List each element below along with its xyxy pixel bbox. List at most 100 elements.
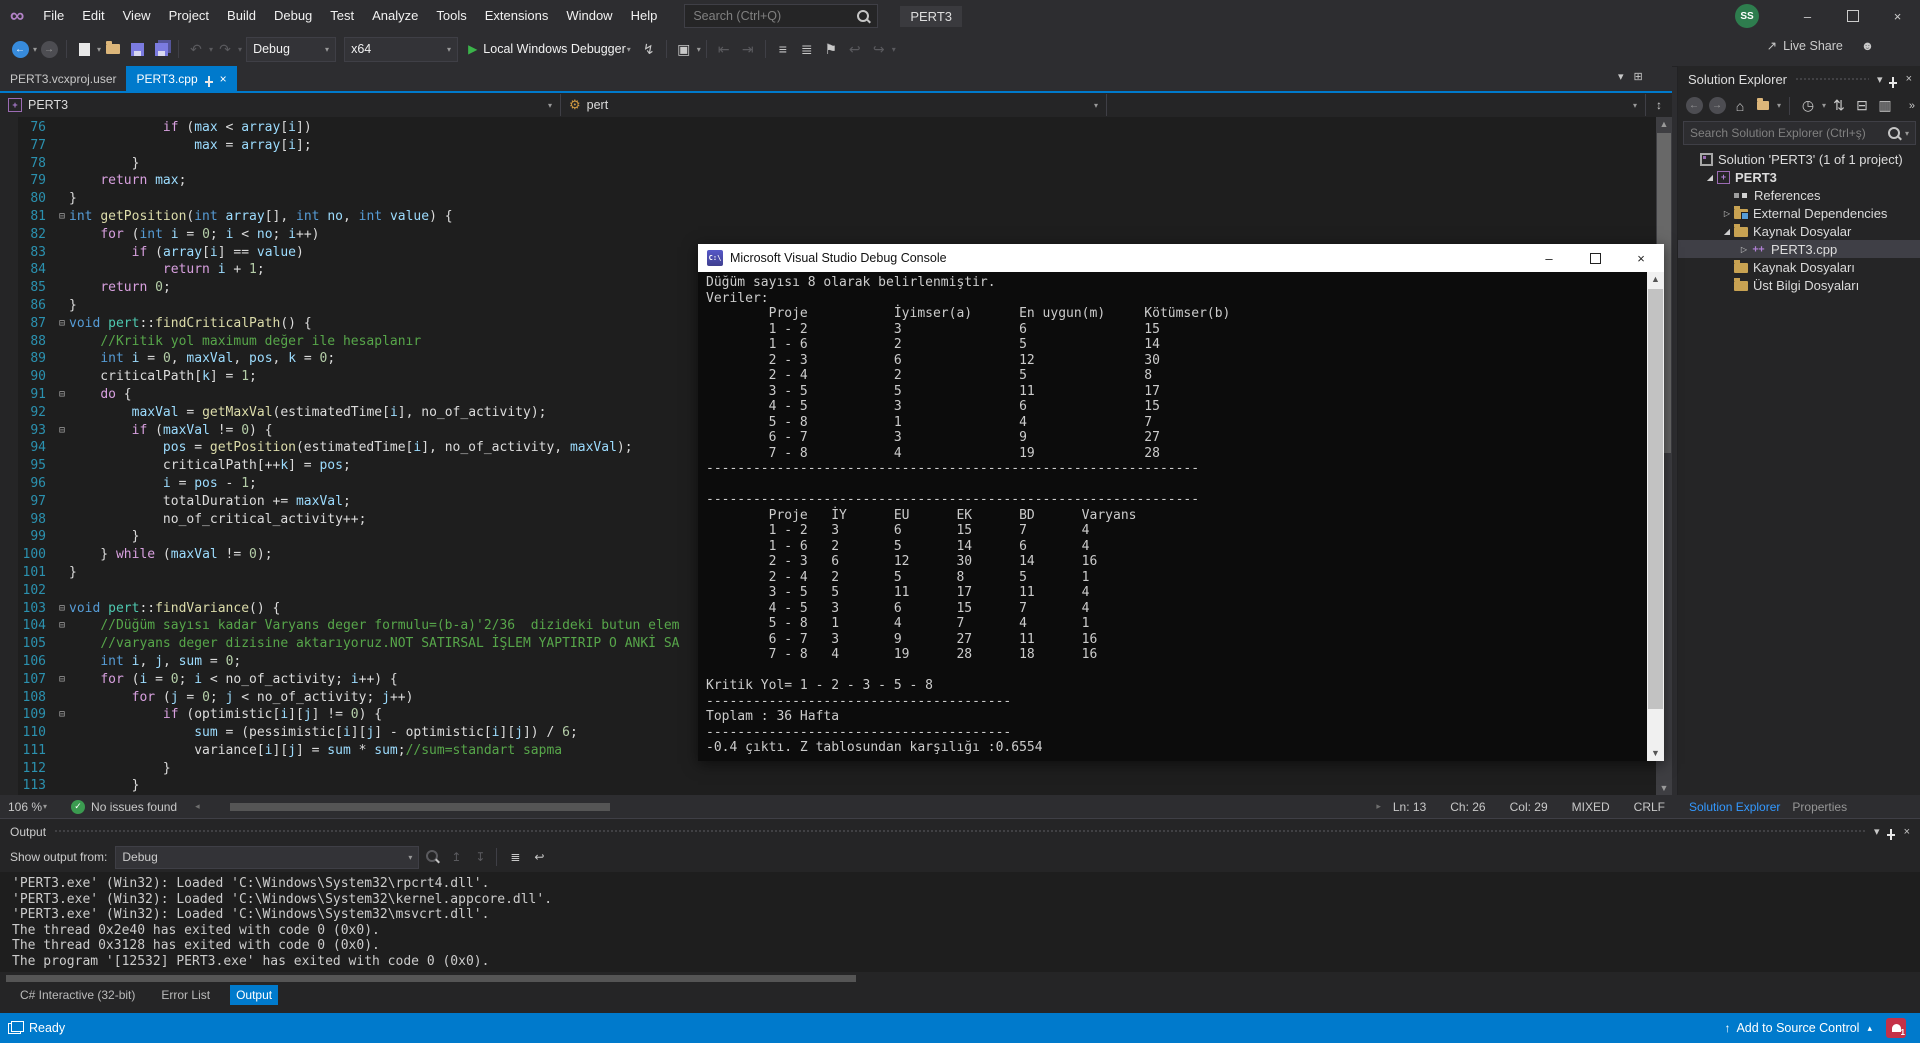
indent-decrease-button[interactable]: ⇤ <box>712 37 736 61</box>
tab-list-dropdown[interactable]: ▾ <box>1618 70 1624 83</box>
live-share-button[interactable]: ↗ Live Share ☻ <box>1761 38 1880 53</box>
fold-marker[interactable]: ⊟ <box>55 315 69 333</box>
line-number[interactable]: 99 <box>0 528 46 546</box>
solution-explorer-search-input[interactable]: Search Solution Explorer (Ctrl+ş) ▾ <box>1683 121 1916 145</box>
navigate-forward-button[interactable]: → <box>37 37 61 61</box>
code-text[interactable]: } <box>69 777 139 795</box>
se-home-button[interactable]: ⌂ <box>1730 94 1750 118</box>
overflow-dropdown[interactable]: ▾ <box>697 45 701 54</box>
line-number[interactable]: 82 <box>0 226 46 244</box>
line-number[interactable]: 84 <box>0 261 46 279</box>
fold-marker[interactable]: ⊟ <box>55 706 69 724</box>
menu-view[interactable]: View <box>114 0 160 32</box>
navigate-back-button[interactable]: ← <box>8 37 32 61</box>
source-control-dropdown[interactable]: ▴ <box>1867 1023 1872 1034</box>
tab-properties[interactable]: Properties <box>1792 800 1847 814</box>
hscroll-right-icon[interactable]: ▸ <box>1376 801 1381 812</box>
menu-tools[interactable]: Tools <box>427 0 475 32</box>
close-tab-icon[interactable]: × <box>220 72 227 86</box>
line-number[interactable]: 113 <box>0 777 46 795</box>
code-text[interactable]: i = pos - 1; <box>69 475 257 493</box>
output-text[interactable]: 'PERT3.exe' (Win32): Loaded 'C:\Windows\… <box>0 872 1920 969</box>
scroll-up-icon[interactable]: ▲ <box>1656 117 1672 131</box>
expand-arrow-icon[interactable]: ▷ <box>1720 209 1734 218</box>
line-number[interactable]: 98 <box>0 511 46 529</box>
show-all-files-button[interactable]: ▥ <box>1875 94 1895 118</box>
line-number[interactable]: 86 <box>0 297 46 315</box>
close-panel-icon[interactable]: × <box>1904 826 1910 838</box>
console-scrollbar[interactable]: ▲ ▼ <box>1647 272 1664 761</box>
line-number[interactable]: 92 <box>0 404 46 422</box>
solution-platforms-button[interactable]: ▣ <box>672 37 696 61</box>
add-to-source-control-button[interactable]: Add to Source Control <box>1736 1021 1859 1035</box>
code-text[interactable]: pos = getPosition(estimatedTime[i], no_o… <box>69 439 633 457</box>
code-text[interactable]: //varyans deger dizisine aktarıyoruz.NOT… <box>69 635 680 653</box>
line-number[interactable]: 97 <box>0 493 46 511</box>
toolbar-overflow[interactable]: ▾ <box>892 45 896 54</box>
avatar[interactable]: SS <box>1735 4 1759 28</box>
se-back-button[interactable]: ← <box>1684 94 1704 118</box>
pin-icon[interactable] <box>1892 77 1894 82</box>
clear-all-icon[interactable]: ≣ <box>504 850 526 864</box>
window-position-dropdown[interactable]: ▾ <box>1874 825 1880 838</box>
project-dropdown[interactable]: + PERT3 ▾ <box>0 94 561 116</box>
code-text[interactable]: } <box>69 190 77 208</box>
bookmark-button[interactable]: ⚑ <box>819 37 843 61</box>
fold-marker[interactable]: ⊟ <box>55 600 69 618</box>
scroll-up-icon[interactable]: ▲ <box>1647 272 1664 287</box>
redo-dropdown[interactable]: ▾ <box>238 45 242 54</box>
goto-next-message-icon[interactable]: ↧ <box>469 850 491 864</box>
console-output-text[interactable]: Düğüm sayısı 8 olarak belirlenmiştir. Ve… <box>698 272 1664 756</box>
line-number[interactable]: 90 <box>0 368 46 386</box>
tree-item-kaynak-dosyalar[interactable]: Kaynak Dosyaları <box>1678 258 1920 276</box>
code-text[interactable]: //Düğüm sayısı kadar Varyans deger formu… <box>69 617 680 635</box>
user-icon[interactable]: ☻ <box>1861 39 1874 53</box>
menu-window[interactable]: Window <box>557 0 621 32</box>
menu-extensions[interactable]: Extensions <box>476 0 558 32</box>
collapse-arrow-icon[interactable]: ◢ <box>1703 173 1717 182</box>
code-text[interactable]: for (int i = 0; i < no; i++) <box>69 226 320 244</box>
code-text[interactable]: for (j = 0; j < no_of_activity; j++) <box>69 689 413 707</box>
fold-marker[interactable]: ⊟ <box>55 422 69 440</box>
code-text[interactable]: void pert::findVariance() { <box>69 600 280 618</box>
switch-views-dropdown[interactable]: ▾ <box>1777 101 1781 110</box>
code-text[interactable]: } <box>69 760 171 778</box>
se-forward-button[interactable]: → <box>1707 94 1727 118</box>
search-options-dropdown[interactable]: ▾ <box>1905 129 1909 138</box>
indent-increase-button[interactable]: ⇥ <box>736 37 760 61</box>
find-message-icon[interactable] <box>421 850 443 865</box>
code-text[interactable]: if (maxVal != 0) { <box>69 422 273 440</box>
pending-changes-filter-button[interactable]: ◷ <box>1798 94 1818 118</box>
attach-to-process-button[interactable]: ↯ <box>637 37 661 61</box>
line-number[interactable]: 91 <box>0 386 46 404</box>
code-text[interactable]: return i + 1; <box>69 261 265 279</box>
float-window-icon[interactable]: ⊞ <box>1634 70 1643 83</box>
close-button[interactable]: × <box>1875 0 1920 32</box>
collapse-arrow-icon[interactable]: ◢ <box>1720 227 1734 236</box>
line-number[interactable]: 110 <box>0 724 46 742</box>
code-text[interactable]: } <box>69 564 77 582</box>
member-list-dropdown[interactable]: ▾ <box>1107 94 1646 116</box>
scroll-down-icon[interactable]: ▼ <box>1656 781 1672 795</box>
code-text[interactable]: if (optimistic[i][j] != 0) { <box>69 706 382 724</box>
close-panel-icon[interactable]: × <box>1906 73 1912 85</box>
line-number[interactable]: 77 <box>0 137 46 155</box>
sync-with-active-document-button[interactable]: ⇅ <box>1829 94 1849 118</box>
scrollbar-thumb[interactable] <box>1648 289 1663 709</box>
configuration-dropdown[interactable]: Debug▾ <box>246 37 336 62</box>
output-header[interactable]: Output ▾ × <box>0 819 1920 844</box>
line-number[interactable]: 76 <box>0 119 46 137</box>
menu-test[interactable]: Test <box>321 0 363 32</box>
word-wrap-icon[interactable]: ↩ <box>528 850 550 864</box>
line-number[interactable]: 102 <box>0 582 46 600</box>
line-number[interactable]: 103 <box>0 600 46 618</box>
code-text[interactable]: totalDuration += maxVal; <box>69 493 351 511</box>
line-number[interactable]: 85 <box>0 279 46 297</box>
tree-item-external-dependencies[interactable]: ▷External Dependencies <box>1678 204 1920 222</box>
health-indicator[interactable]: No issues found <box>91 800 177 814</box>
line-number[interactable]: 100 <box>0 546 46 564</box>
menu-analyze[interactable]: Analyze <box>363 0 427 32</box>
line-number[interactable]: 104 <box>0 617 46 635</box>
line-number[interactable]: 112 <box>0 760 46 778</box>
code-text[interactable]: } <box>69 297 77 315</box>
